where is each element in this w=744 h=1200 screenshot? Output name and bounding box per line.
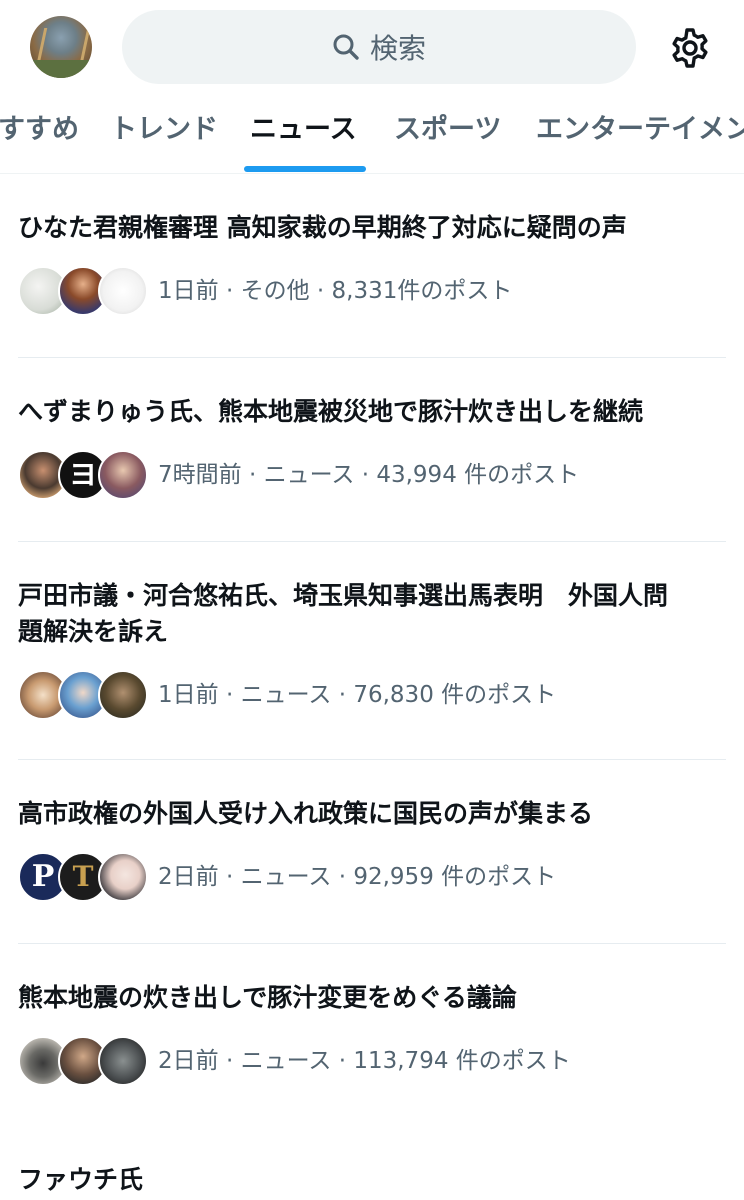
avatar-stack — [18, 668, 148, 722]
avatar-stack — [18, 1034, 148, 1088]
divider — [18, 759, 726, 760]
search-bar[interactable]: 検索 — [122, 10, 636, 84]
divider — [18, 943, 726, 944]
avatar — [98, 1036, 148, 1086]
avatar-stack: P T — [18, 850, 148, 904]
tab-bar: すすめ トレンド ニュース スポーツ エンターテイメン — [0, 96, 744, 174]
news-title: 戸田市議・河合悠祐氏、埼玉県知事選出馬表明 外国人問 題解決を訴え — [18, 581, 669, 646]
news-meta-row: 1日前 · ニュース · 76,830 件のポスト — [18, 668, 726, 722]
tab-recommended[interactable]: すすめ — [0, 110, 79, 174]
divider — [18, 357, 726, 358]
gear-icon[interactable] — [666, 24, 714, 72]
news-item[interactable]: 高市政権の外国人受け入れ政策に国民の声が集まる P T 2日前 · ニュース ·… — [18, 796, 726, 904]
search-placeholder: 検索 — [369, 32, 426, 65]
news-meta: 2日前 · ニュース · 113,794 件のポスト — [158, 1048, 571, 1074]
news-item[interactable]: 戸田市議・河合悠祐氏、埼玉県知事選出馬表明 外国人問 題解決を訴え 1日前 · … — [18, 578, 726, 722]
news-title: ひなた君親権審理 高知家裁の早期終了対応に疑問の声 — [18, 213, 627, 242]
avatar — [98, 450, 148, 500]
avatar — [98, 670, 148, 720]
news-meta-row: P T 2日前 · ニュース · 92,959 件のポスト — [18, 850, 726, 904]
news-meta-row: ヨ 7時間前 · ニュース · 43,994 件のポスト — [18, 448, 726, 502]
news-title: 熊本地震の炊き出しで豚汁変更をめぐる議論 — [18, 983, 517, 1012]
profile-avatar[interactable] — [30, 16, 92, 78]
search-icon — [332, 33, 360, 61]
tab-trend[interactable]: トレンド — [110, 110, 218, 174]
avatar — [98, 852, 148, 902]
news-meta: 1日前 · その他 · 8,331件のポスト — [158, 278, 513, 304]
avatar-stack — [18, 264, 148, 318]
news-item[interactable]: 熊本地震の炊き出しで豚汁変更をめぐる議論 2日前 · ニュース · 113,79… — [18, 980, 726, 1088]
news-title: へずまりゅう氏、熊本地震被災地で豚汁炊き出しを継続 — [18, 397, 644, 426]
news-meta: 1日前 · ニュース · 76,830 件のポスト — [158, 682, 557, 708]
top-bar: 検索 — [0, 0, 744, 96]
tab-sports[interactable]: スポーツ — [394, 110, 501, 174]
news-meta-row: 1日前 · その他 · 8,331件のポスト — [18, 264, 726, 318]
news-meta: 2日前 · ニュース · 92,959 件のポスト — [158, 864, 557, 890]
avatar-stack: ヨ — [18, 448, 148, 502]
tab-entertainment[interactable]: エンターテイメン — [536, 110, 744, 174]
news-title: 高市政権の外国人受け入れ政策に国民の声が集まる — [18, 799, 594, 828]
tab-news[interactable]: ニュース — [250, 110, 357, 174]
news-meta: 7時間前 · ニュース · 43,994 件のポスト — [158, 462, 580, 488]
divider — [18, 541, 726, 542]
news-meta-row: 2日前 · ニュース · 113,794 件のポスト — [18, 1034, 726, 1088]
news-title[interactable]: ファウチ氏 — [18, 1162, 143, 1198]
news-item[interactable]: ひなた君親権審理 高知家裁の早期終了対応に疑問の声 1日前 · その他 · 8,… — [18, 210, 726, 318]
news-item[interactable]: へずまりゅう氏、熊本地震被災地で豚汁炊き出しを継続 ヨ 7時間前 · ニュース … — [18, 394, 726, 502]
avatar — [98, 266, 148, 316]
active-tab-indicator — [244, 166, 366, 172]
